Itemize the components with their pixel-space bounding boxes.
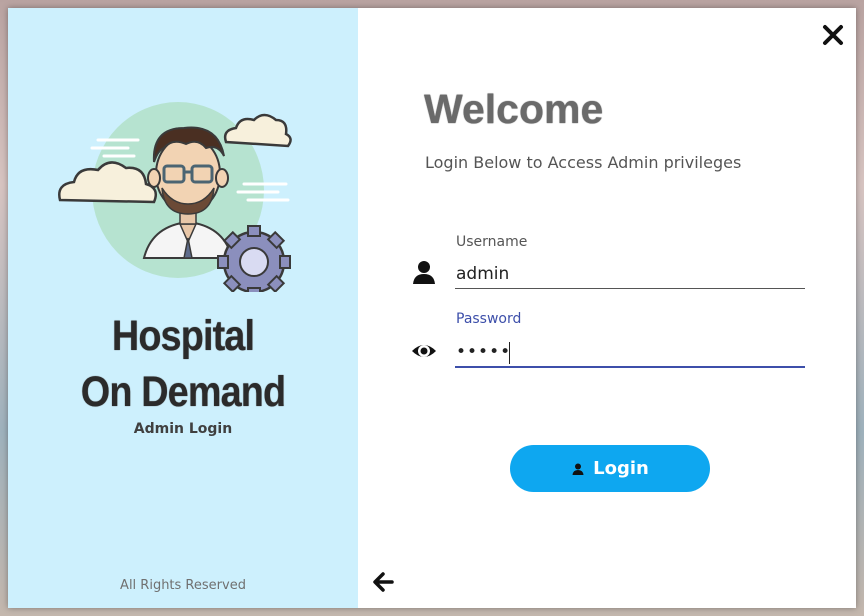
login-dialog: Hospital On Demand Admin Login All Right… bbox=[8, 8, 856, 608]
user-icon bbox=[572, 463, 584, 475]
arrow-left-icon[interactable] bbox=[370, 570, 396, 594]
close-icon[interactable] bbox=[820, 22, 846, 48]
username-label: Username bbox=[456, 234, 528, 250]
username-input[interactable] bbox=[455, 259, 805, 289]
login-button[interactable]: Login bbox=[510, 445, 710, 492]
doctor-illustration bbox=[58, 102, 292, 292]
login-label: Login bbox=[593, 458, 649, 479]
password-label: Password bbox=[456, 311, 522, 327]
user-icon bbox=[413, 261, 435, 284]
text-caret bbox=[509, 342, 510, 364]
eye-icon[interactable] bbox=[410, 337, 438, 365]
welcome-heading: Welcome bbox=[424, 86, 604, 132]
app-title-line1: Hospital bbox=[111, 312, 255, 360]
app-title-line2: On Demand bbox=[80, 368, 286, 416]
brand-panel: Hospital On Demand Admin Login All Right… bbox=[8, 8, 358, 608]
app-subtitle: Admin Login bbox=[133, 421, 233, 437]
welcome-subtitle: Login Below to Access Admin privileges bbox=[425, 153, 742, 172]
password-input[interactable] bbox=[455, 338, 805, 368]
footer-text: All Rights Reserved bbox=[120, 578, 246, 593]
